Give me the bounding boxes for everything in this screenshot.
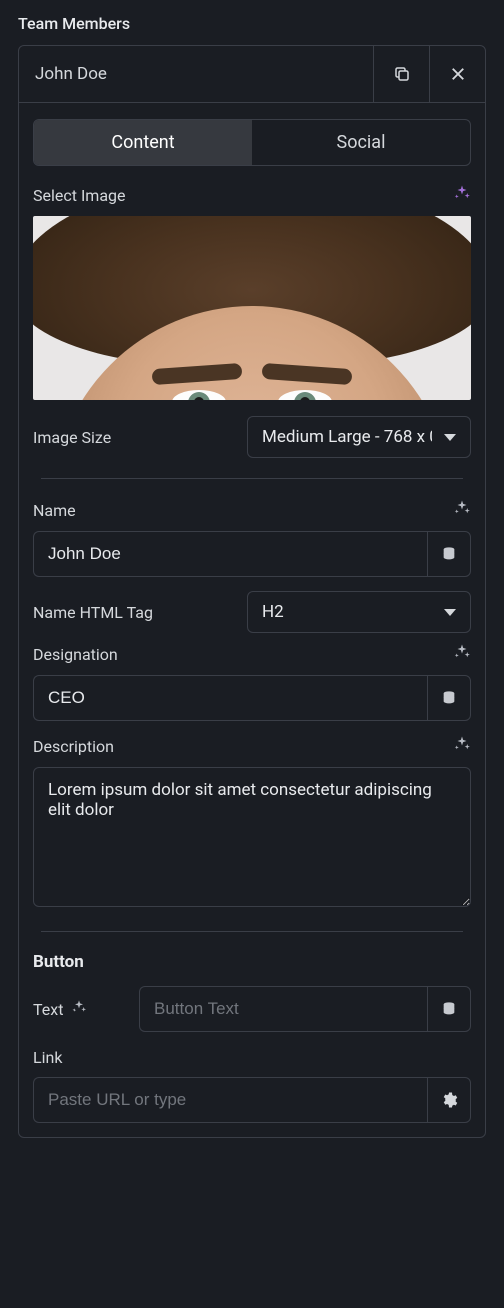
button-text-dynamic[interactable] xyxy=(427,986,471,1032)
card-header: John Doe xyxy=(19,46,485,103)
button-link-input[interactable] xyxy=(33,1077,427,1123)
database-icon xyxy=(441,1001,457,1017)
ai-generate-button-text[interactable] xyxy=(71,999,87,1019)
button-section-heading: Button xyxy=(33,952,471,972)
ai-generate-name-button[interactable] xyxy=(453,499,471,521)
ai-generate-image-button[interactable] xyxy=(453,184,471,206)
divider xyxy=(41,478,463,479)
tab-social[interactable]: Social xyxy=(252,120,470,165)
image-size-label: Image Size xyxy=(33,428,111,447)
button-link-label: Link xyxy=(33,1048,471,1067)
image-size-value: Medium Large - 768 x 0 xyxy=(262,427,432,447)
copy-icon xyxy=(393,65,411,83)
image-preview[interactable] xyxy=(33,216,471,400)
ai-generate-designation-button[interactable] xyxy=(453,643,471,665)
designation-input[interactable] xyxy=(33,675,427,721)
ai-generate-description-button[interactable] xyxy=(453,735,471,757)
member-card: John Doe Content Social Select Image xyxy=(18,45,486,1138)
designation-label: Designation xyxy=(33,645,118,664)
name-tag-label: Name HTML Tag xyxy=(33,603,153,622)
close-button[interactable] xyxy=(429,46,485,102)
chevron-down-icon xyxy=(444,609,456,616)
duplicate-button[interactable] xyxy=(373,46,429,102)
sparkle-icon xyxy=(453,643,471,661)
description-label: Description xyxy=(33,737,114,756)
button-text-label: Text xyxy=(33,1000,63,1019)
sparkle-icon xyxy=(453,735,471,753)
name-tag-select[interactable]: H2 xyxy=(247,591,471,633)
section-title: Team Members xyxy=(18,14,486,33)
sparkle-icon xyxy=(453,184,471,202)
tabs: Content Social xyxy=(33,119,471,166)
card-title[interactable]: John Doe xyxy=(19,46,373,102)
divider xyxy=(41,931,463,932)
sparkle-icon xyxy=(71,999,87,1015)
image-size-select[interactable]: Medium Large - 768 x 0 xyxy=(247,416,471,458)
name-dynamic-button[interactable] xyxy=(427,531,471,577)
chevron-down-icon xyxy=(444,434,456,441)
select-image-label: Select Image xyxy=(33,186,126,205)
button-text-input[interactable] xyxy=(139,986,427,1032)
name-tag-value: H2 xyxy=(262,602,284,622)
close-icon xyxy=(449,65,467,83)
description-textarea[interactable] xyxy=(33,767,471,907)
database-icon xyxy=(441,546,457,562)
gear-icon xyxy=(440,1091,458,1109)
database-icon xyxy=(441,690,457,706)
link-options-button[interactable] xyxy=(427,1077,471,1123)
name-label: Name xyxy=(33,501,76,520)
tab-content[interactable]: Content xyxy=(34,120,252,165)
name-input[interactable] xyxy=(33,531,427,577)
designation-dynamic-button[interactable] xyxy=(427,675,471,721)
sparkle-icon xyxy=(453,499,471,517)
